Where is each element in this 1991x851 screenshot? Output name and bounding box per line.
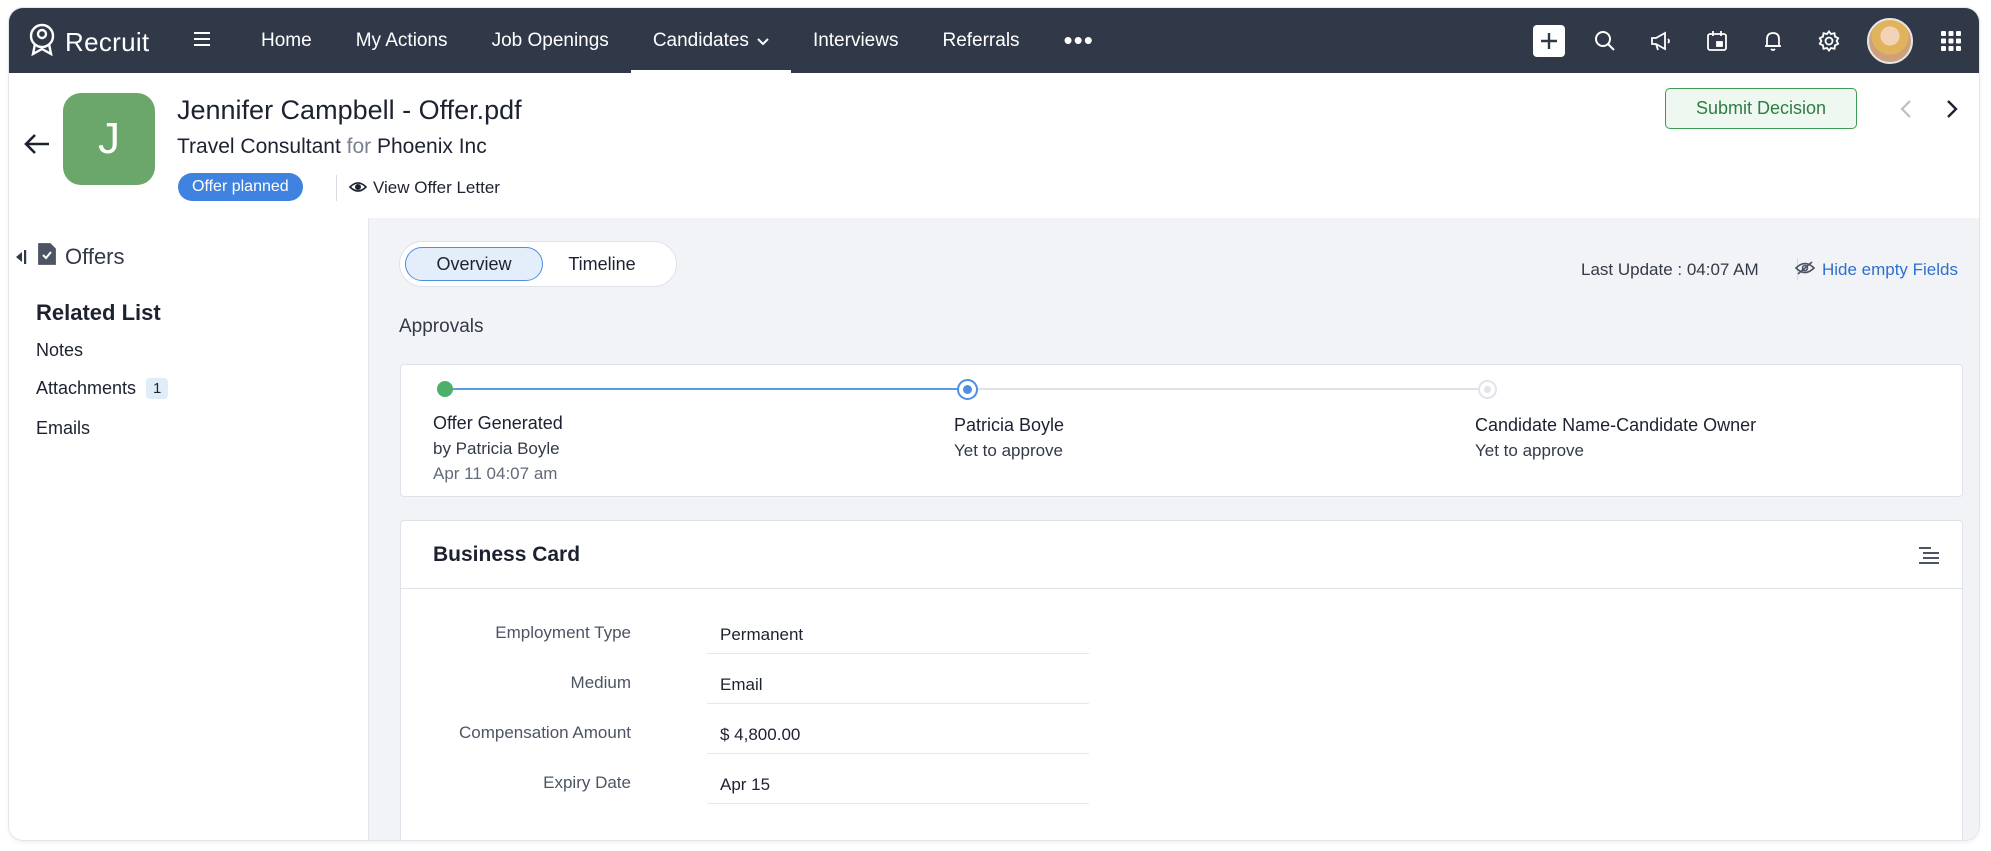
nav-my-actions[interactable]: My Actions <box>334 8 470 73</box>
eye-slash-icon <box>1794 260 1816 280</box>
page-title: Jennifer Campbell - Offer.pdf <box>177 95 522 125</box>
record-header: J Jennifer Campbell - Offer.pdf Travel C… <box>9 73 1979 219</box>
nav-candidates[interactable]: Candidates <box>630 8 792 73</box>
nav-home[interactable]: Home <box>239 8 334 73</box>
more-menu-icon[interactable]: ••• <box>1042 8 1116 73</box>
step-timestamp: Apr 11 04:07 am <box>433 464 558 483</box>
approvals-card: Offer Generated by Patricia Boyle Apr 11… <box>400 364 1963 497</box>
search-icon[interactable] <box>1577 8 1633 73</box>
list-options-icon[interactable] <box>1918 545 1940 570</box>
settings-gear-icon[interactable] <box>1801 8 1857 73</box>
related-item-attachments[interactable]: Attachments 1 <box>36 378 169 399</box>
job-title[interactable]: Travel Consultant <box>177 135 341 158</box>
nav-interviews-label: Interviews <box>812 29 899 51</box>
nav-referrals-label: Referrals <box>942 29 1020 51</box>
hide-empty-fields-link[interactable]: Hide empty Fields <box>1792 260 1958 280</box>
app-window: Recruit Home My Actions Job Openings Can… <box>9 8 1979 840</box>
step-title: Patricia Boyle <box>954 415 1065 435</box>
nav-candidates-label: Candidates <box>652 29 749 51</box>
user-avatar <box>1867 17 1913 64</box>
field-label: Employment Type <box>495 623 631 642</box>
step-subtitle: Yet to approve <box>1475 441 1585 460</box>
view-offer-letter-link[interactable]: View Offer Letter <box>348 178 500 198</box>
step-done-dot <box>437 381 453 397</box>
related-item-label: Emails <box>36 418 91 438</box>
app-name: Recruit <box>65 27 150 57</box>
job-subtitle: Travel Consultant for Phoenix Inc <box>177 135 487 159</box>
progress-line-complete <box>446 388 996 390</box>
notification-bell-icon[interactable] <box>1745 8 1801 73</box>
field-label: Medium <box>570 673 631 692</box>
plus-icon <box>1533 24 1565 57</box>
last-update-text: Last Update : 04:07 AM <box>1581 260 1759 279</box>
related-item-label: Notes <box>36 340 84 360</box>
view-offer-letter-label: View Offer Letter <box>373 178 500 197</box>
previous-record-chevron-left-icon[interactable] <box>1899 99 1913 124</box>
nav-interviews[interactable]: Interviews <box>791 8 921 73</box>
recruit-logo[interactable]: Recruit <box>27 23 149 62</box>
progress-line-pending <box>966 388 1481 390</box>
field-value[interactable]: Email <box>707 664 1089 704</box>
business-card-section: Business Card Employment Type Permanent … <box>400 520 1963 840</box>
step-title: Offer Generated <box>433 413 563 433</box>
main-nav: Home My Actions Job Openings Candidates … <box>239 8 1116 73</box>
approvals-heading: Approvals <box>399 316 484 337</box>
main-content: Overview Timeline Last Update : 04:07 AM… <box>369 218 1979 840</box>
attachments-count-badge: 1 <box>146 378 169 399</box>
step-title: Candidate Name-Candidate Owner <box>1475 415 1757 435</box>
field-value[interactable]: $ 4,800.00 <box>707 714 1089 754</box>
user-avatar-button[interactable] <box>1857 8 1923 73</box>
app-grid-icon[interactable] <box>1923 8 1979 73</box>
business-card-title: Business Card <box>433 543 581 566</box>
document-check-icon <box>37 242 57 272</box>
chevron-down-icon <box>757 30 769 52</box>
nav-referrals[interactable]: Referrals <box>920 8 1041 73</box>
field-label: Expiry Date <box>543 773 631 792</box>
related-list-heading: Related List <box>36 300 161 325</box>
header-divider <box>336 175 337 201</box>
related-item-label: Attachments <box>36 378 137 398</box>
step-current-dot <box>957 379 978 400</box>
quick-create-button[interactable] <box>1521 8 1577 73</box>
view-tabs: Overview Timeline <box>399 241 677 287</box>
next-record-chevron-right-icon[interactable] <box>1945 99 1959 124</box>
related-item-notes[interactable]: Notes <box>36 340 83 361</box>
candidate-avatar: J <box>63 93 155 185</box>
top-navigation-bar: Recruit Home My Actions Job Openings Can… <box>9 8 1979 73</box>
step-pending-dot <box>1478 380 1497 399</box>
submit-decision-button[interactable]: Submit Decision <box>1665 88 1857 129</box>
offers-section-header[interactable]: Offers <box>37 242 125 272</box>
left-sidebar: Offers Related List Notes Attachments 1 … <box>9 218 369 840</box>
field-value[interactable]: Permanent <box>707 614 1089 654</box>
recruit-logo-icon <box>27 23 57 62</box>
related-item-emails[interactable]: Emails <box>36 418 90 439</box>
hamburger-menu-icon[interactable] <box>192 30 212 53</box>
eye-icon <box>348 178 368 198</box>
tab-overview[interactable]: Overview <box>405 247 543 281</box>
step-subtitle: Yet to approve <box>954 441 1064 460</box>
collapse-sidebar-icon[interactable] <box>14 248 28 271</box>
hide-empty-fields-label: Hide empty Fields <box>1821 260 1958 279</box>
nav-job-openings-label: Job Openings <box>491 29 609 51</box>
announcement-icon[interactable] <box>1633 8 1689 73</box>
step-subtitle: by Patricia Boyle <box>433 439 560 458</box>
nav-home-label: Home <box>261 29 312 51</box>
for-connector: for <box>346 135 372 158</box>
back-arrow-icon[interactable] <box>23 133 51 160</box>
status-badge: Offer planned <box>178 173 303 201</box>
business-card-header: Business Card <box>401 521 1962 589</box>
company-name[interactable]: Phoenix Inc <box>377 135 487 158</box>
nav-my-actions-label: My Actions <box>355 29 448 51</box>
field-value[interactable]: Apr 15 <box>707 764 1089 804</box>
field-label: Compensation Amount <box>459 723 631 742</box>
top-right-actions <box>1521 8 1979 73</box>
tab-timeline[interactable]: Timeline <box>543 247 661 281</box>
offers-section-label: Offers <box>65 244 125 269</box>
nav-job-openings[interactable]: Job Openings <box>470 8 631 73</box>
calendar-icon[interactable] <box>1689 8 1745 73</box>
